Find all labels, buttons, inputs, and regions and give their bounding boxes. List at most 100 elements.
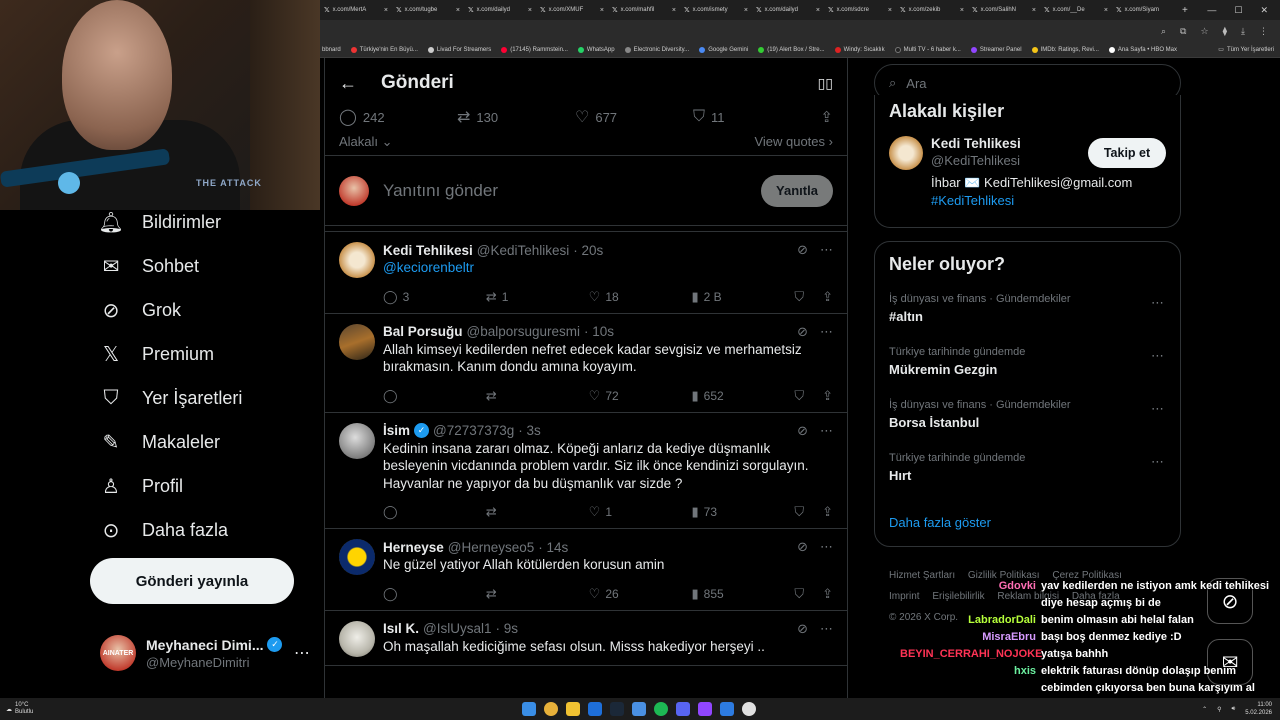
close-tab-icon[interactable]: × — [1032, 7, 1036, 14]
post-button[interactable]: Gönderi yayınla — [90, 558, 294, 604]
close-tab-icon[interactable]: × — [600, 7, 604, 14]
app-icon[interactable] — [720, 702, 734, 716]
bookmark-item[interactable]: Google Gemini — [699, 46, 748, 53]
bookmark-item[interactable]: Livad For Streamers — [427, 46, 491, 53]
repost-count[interactable]: ⇄ 130 — [457, 107, 575, 127]
related-bio-hashtag[interactable]: #KediTehlikesi — [931, 192, 1166, 210]
app-icon[interactable] — [632, 702, 646, 716]
reply-tweet[interactable]: Kedi Tehlikesi @KediTehlikesi · 20s ⊘ ⋯ @… — [325, 232, 847, 314]
chrome-icon[interactable] — [544, 702, 558, 716]
bookmark-star-icon[interactable]: ☆ — [1200, 26, 1208, 37]
view-quotes-link[interactable]: View quotes › — [754, 134, 833, 149]
views-action[interactable]: ▮ 2 B — [691, 289, 794, 305]
spotify-icon[interactable] — [654, 702, 668, 716]
tweet-author-name[interactable]: İsim — [383, 423, 410, 438]
download-icon[interactable]: ⤓ — [1241, 26, 1245, 37]
views-action[interactable]: ▮ 652 — [691, 388, 794, 404]
bookmark-item[interactable]: bbnard — [322, 47, 341, 53]
share-icon[interactable]: ⇪ — [822, 504, 833, 520]
tweet-author-name[interactable]: Isıl K. — [383, 621, 419, 636]
bookmark-item[interactable]: Streamer Panel — [970, 46, 1022, 53]
bookmark-item[interactable]: Türkiye'nin En Büyü... — [350, 46, 418, 53]
browser-tab[interactable]: 𝕏x.com/zekib × — [896, 0, 968, 20]
trend-item[interactable]: Türkiye tarihinde gündemde Hırt ⋯ — [889, 452, 1166, 483]
related-person[interactable]: Kedi Tehlikesi @KediTehlikesi Takip et — [889, 136, 1166, 170]
show-more-link[interactable]: Daha fazla göster — [889, 515, 991, 530]
steam-icon[interactable] — [610, 702, 624, 716]
tweet-time[interactable]: · 20s — [573, 243, 603, 258]
related-name[interactable]: Kedi Tehlikesi — [931, 136, 1080, 151]
reply-tweet[interactable]: Isıl K. @IslUysal1 · 9s ⊘ ⋯ Oh maşallah k… — [325, 611, 847, 666]
like-action[interactable]: ♡ 1 — [589, 504, 692, 520]
bookmark-icon[interactable]: ⛉ — [794, 289, 804, 305]
more-options-icon[interactable]: ⋯ — [1151, 454, 1164, 470]
chevron-up-icon[interactable]: ⌃ — [1202, 706, 1207, 713]
repost-action[interactable]: ⇄ 1 — [486, 289, 589, 305]
browser-tab[interactable]: 𝕏x.com/Siyam — [1112, 0, 1176, 20]
sort-dropdown[interactable]: Alakalı ⌄ — [339, 134, 393, 150]
reply-action[interactable]: ◯ — [383, 504, 486, 520]
bookmark-item[interactable]: Windy: Sıcaklık — [834, 46, 885, 53]
nav-item-profile[interactable]: ♙ Profil — [90, 464, 310, 508]
trend-item[interactable]: Türkiye tarihinde gündemde Mükremin Gezg… — [889, 346, 1166, 377]
repost-action[interactable]: ⇄ — [486, 586, 589, 602]
tweet-text[interactable]: @keciorenbeltr — [383, 259, 833, 277]
share-icon[interactable]: ⇪ — [820, 108, 833, 126]
more-options-icon[interactable]: ⋯ — [1151, 348, 1164, 364]
weather-widget[interactable]: ☁ 10°C Bulutlu — [0, 702, 33, 716]
tweet-author-handle[interactable]: @balporsuguresmi — [467, 324, 581, 339]
extensions-icon[interactable]: ⧫ — [1223, 26, 1227, 37]
like-action[interactable]: ♡ 18 — [589, 289, 692, 305]
account-switcher[interactable]: AINATER Meyhaneci Dimi... ✓ @MeyhaneDimit… — [100, 635, 310, 671]
close-window-icon[interactable]: ✕ — [1260, 5, 1268, 16]
trend-item[interactable]: İş dünyası ve finans · Gündemdekiler #al… — [889, 293, 1166, 324]
maximize-icon[interactable]: ☐ — [1234, 5, 1242, 16]
back-arrow-icon[interactable]: ← — [339, 73, 357, 94]
reply-input[interactable]: Yanıtını gönder — [383, 181, 498, 201]
app-icon[interactable] — [588, 702, 602, 716]
grok-icon[interactable]: ⊘ — [797, 539, 808, 555]
nav-item-bookmarks[interactable]: ⛉ Yer İşaretleri — [90, 376, 310, 420]
tweet-text[interactable]: Kedinin insana zararı olmaz. Köpeği anla… — [383, 440, 833, 493]
tweet-text[interactable]: Oh maşallah kediciğime sefası olsun. Mis… — [383, 638, 833, 656]
bookmark-icon[interactable]: ⛉ — [794, 586, 804, 602]
tweet-author-handle[interactable]: @KediTehlikesi — [477, 243, 570, 258]
bookmark-item[interactable]: WhatsApp — [577, 46, 615, 53]
search-lens-icon[interactable]: ⌕ — [1161, 26, 1166, 37]
bookmark-item[interactable]: IMDb: Ratings, Revi... — [1031, 46, 1099, 53]
close-tab-icon[interactable]: × — [456, 7, 460, 14]
reader-mode-icon[interactable]: ▯▯ — [818, 75, 833, 92]
browser-tab[interactable]: 𝕏x.com/ismety × — [680, 0, 752, 20]
folder-icon[interactable] — [566, 702, 580, 716]
new-tab-button[interactable]: + — [1176, 5, 1194, 16]
tweet-author-name[interactable]: Kedi Tehlikesi — [383, 243, 473, 258]
tweet-time[interactable]: · 3s — [518, 423, 541, 438]
views-action[interactable]: ▮ 855 — [691, 586, 794, 602]
browser-tab[interactable]: 𝕏x.com/XMUF × — [536, 0, 608, 20]
close-tab-icon[interactable]: × — [1104, 7, 1108, 14]
nav-item-articles[interactable]: ✎ Makaleler — [90, 420, 310, 464]
reply-action[interactable]: ◯ — [383, 586, 486, 602]
share-icon[interactable]: ⇪ — [822, 289, 833, 305]
reply-action[interactable]: ◯ — [383, 388, 486, 404]
more-options-icon[interactable]: ⋯ — [1151, 401, 1164, 417]
twitch-icon[interactable] — [698, 702, 712, 716]
tweet-author-name[interactable]: Herneyse — [383, 540, 444, 555]
menu-icon[interactable]: ⋮ — [1259, 26, 1268, 37]
more-options-icon[interactable]: ⋯ — [1151, 295, 1164, 311]
more-options-icon[interactable]: ⋯ — [820, 621, 833, 637]
grok-icon[interactable]: ⊘ — [797, 242, 808, 258]
windows-start-icon[interactable] — [522, 702, 536, 716]
browser-tab[interactable]: 𝕏x.com/__De × — [1040, 0, 1112, 20]
close-tab-icon[interactable]: × — [672, 7, 676, 14]
tweet-author-handle[interactable]: @IslUysal1 — [423, 621, 491, 636]
more-options-icon[interactable]: ⋯ — [294, 643, 310, 663]
close-tab-icon[interactable]: × — [816, 7, 820, 14]
reply-tweet[interactable]: Herneyse @Herneyseo5 · 14s ⊘ ⋯ Ne güzel y… — [325, 529, 847, 611]
browser-tab[interactable]: 𝕏x.com/dailyd × — [464, 0, 536, 20]
tweet-author-name[interactable]: Bal Porsuğu — [383, 324, 463, 339]
tweet-time[interactable]: · 9s — [496, 621, 519, 636]
repost-action[interactable]: ⇄ — [486, 504, 589, 520]
discord-icon[interactable] — [676, 702, 690, 716]
like-action[interactable]: ♡ 72 — [589, 388, 692, 404]
